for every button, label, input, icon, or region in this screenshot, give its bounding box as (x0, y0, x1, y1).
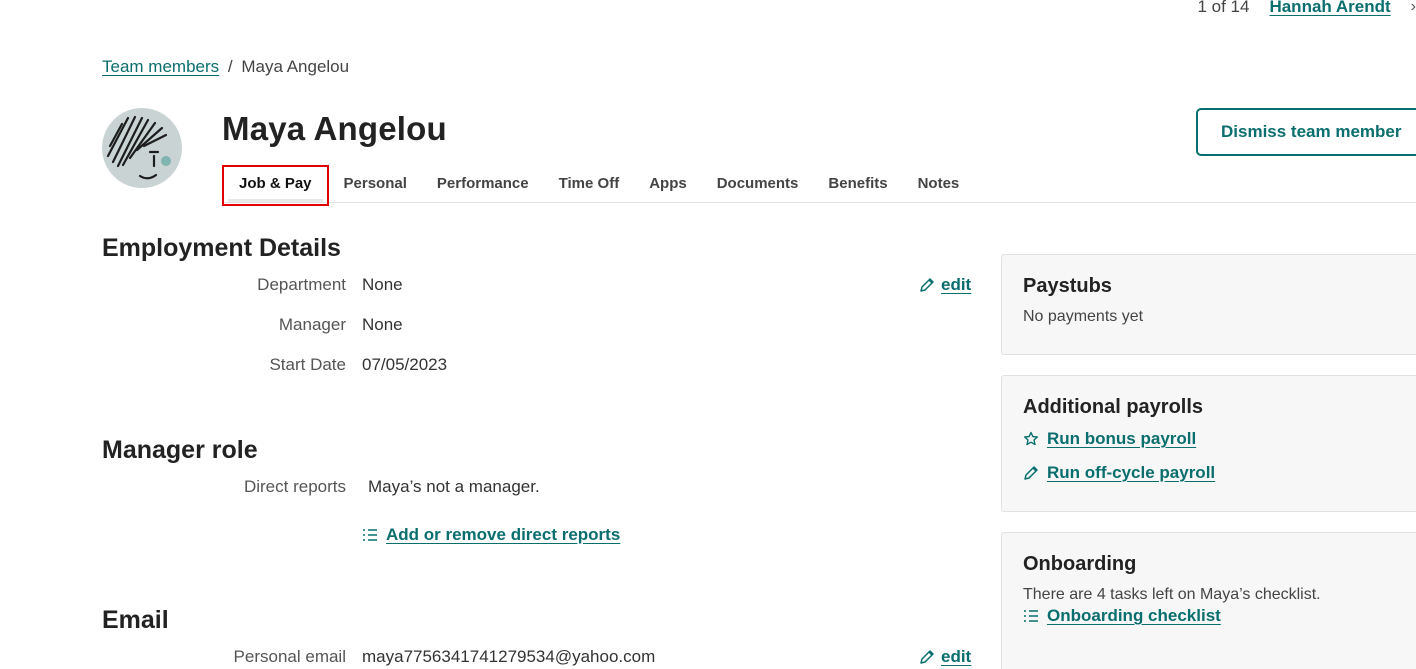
run-off-cycle-payroll-link[interactable]: Run off-cycle payroll (1023, 463, 1409, 483)
email-edit-link[interactable]: edit (919, 647, 971, 667)
star-icon (1024, 431, 1038, 446)
additional-payrolls-card: Additional payrolls Run bonus payroll Ru… (1001, 375, 1416, 512)
tab-job-and-pay[interactable]: Job & Pay (222, 165, 329, 206)
tab-apps[interactable]: Apps (634, 166, 702, 203)
team-member-pager: 1 of 14 Hannah Arendt › (1197, 0, 1416, 17)
tab-notes[interactable]: Notes (903, 166, 975, 203)
run-bonus-payroll-label: Run bonus payroll (1047, 429, 1197, 448)
onboarding-text: There are 4 tasks left on Maya’s checkli… (1023, 586, 1321, 603)
paystubs-title: Paystubs (1023, 275, 1112, 297)
manager-label: Manager (278, 315, 346, 334)
pencil-icon (920, 650, 934, 664)
direct-reports-value: Maya’s not a manager. (368, 477, 540, 496)
edit-label: edit (941, 647, 972, 666)
direct-reports-label: Direct reports (243, 477, 346, 496)
breadcrumb: Team members / Maya Angelou (102, 57, 349, 77)
pencil-icon (1024, 466, 1038, 480)
manager-value: None (362, 315, 403, 334)
breadcrumb-separator: / (227, 57, 233, 76)
onboarding-card: Onboarding There are 4 tasks left on May… (1001, 532, 1416, 669)
onboarding-title: Onboarding (1023, 553, 1137, 575)
onboarding-checklist-link[interactable]: Onboarding checklist (1023, 606, 1409, 626)
personal-email-label: Personal email (233, 647, 346, 666)
department-label: Department (257, 275, 346, 294)
employment-edit-link[interactable]: edit (919, 275, 971, 295)
profile-tabs: Job & Pay Personal Performance Time Off … (222, 165, 1416, 206)
run-bonus-payroll-link[interactable]: Run bonus payroll (1023, 429, 1409, 449)
pager-count: 1 of 14 (1197, 0, 1250, 16)
dismiss-team-member-button[interactable]: Dismiss team member (1196, 108, 1416, 156)
tab-performance[interactable]: Performance (422, 166, 544, 203)
chevron-right-icon[interactable]: › (1411, 0, 1416, 16)
next-team-member-link[interactable]: Hannah Arendt (1269, 0, 1390, 17)
edit-label: edit (941, 275, 972, 294)
breadcrumb-current: Maya Angelou (241, 57, 350, 76)
pencil-icon (920, 278, 934, 292)
department-value: None (362, 275, 403, 294)
paystubs-text: No payments yet (1023, 308, 1144, 325)
additional-payrolls-title: Additional payrolls (1023, 396, 1204, 418)
list-icon (363, 529, 377, 541)
breadcrumb-team-members-link[interactable]: Team members (102, 57, 219, 76)
paystubs-card: Paystubs No payments yet (1001, 254, 1416, 355)
avatar (102, 108, 182, 188)
email-title: Email (102, 606, 169, 634)
add-remove-direct-reports-label: Add or remove direct reports (386, 525, 621, 544)
manager-role-title: Manager role (102, 436, 258, 464)
tab-benefits[interactable]: Benefits (813, 166, 902, 203)
run-off-cycle-payroll-label: Run off-cycle payroll (1047, 463, 1216, 482)
personal-email-value: maya7756341741279534@yahoo.com (362, 647, 656, 666)
add-remove-direct-reports-link[interactable]: Add or remove direct reports (362, 525, 620, 545)
tab-personal[interactable]: Personal (329, 166, 422, 203)
list-icon (1024, 610, 1038, 622)
sketched-face-avatar-icon (106, 115, 171, 180)
employment-details-title: Employment Details (102, 234, 341, 262)
start-date-value: 07/05/2023 (362, 355, 448, 374)
onboarding-checklist-label: Onboarding checklist (1047, 606, 1221, 625)
start-date-label: Start Date (269, 355, 346, 374)
tab-time-off[interactable]: Time Off (544, 166, 635, 203)
tab-documents[interactable]: Documents (702, 166, 814, 203)
page-title: Maya Angelou (222, 110, 447, 147)
